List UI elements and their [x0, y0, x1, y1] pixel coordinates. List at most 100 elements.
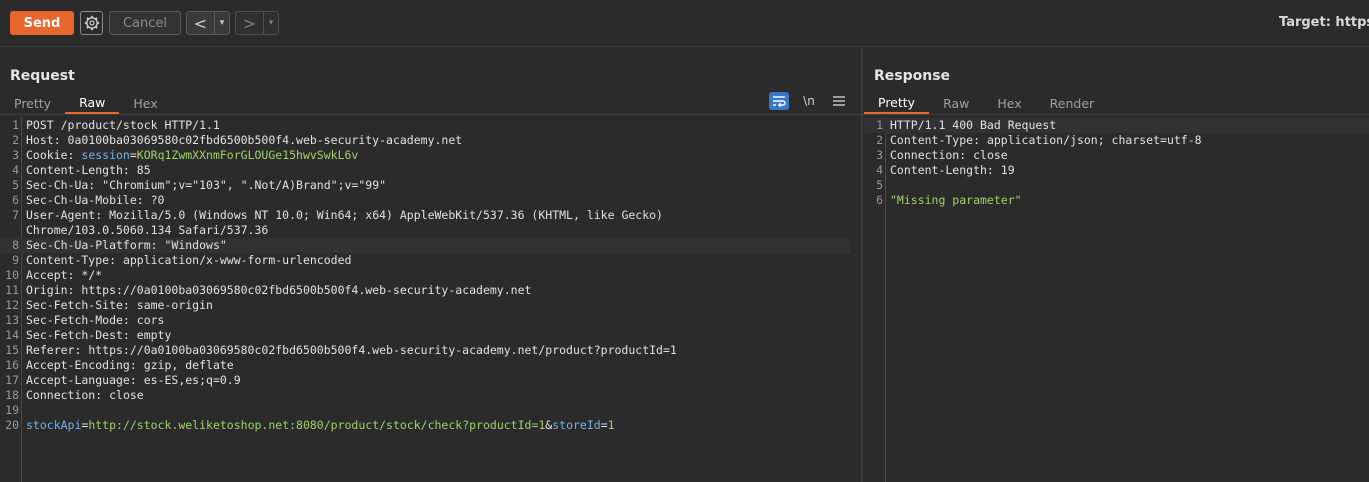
code-token: Chrome/103.0.5060.134 Safari/537.36	[26, 223, 269, 237]
code-line: 19	[0, 403, 850, 418]
code-token: "Chromium";v="103", ".Not/A)Brand";v="99…	[102, 178, 387, 192]
line-content: Sec-Ch-Ua-Mobile: ?0	[26, 193, 164, 208]
code-token: Content-Type:	[26, 253, 123, 267]
code-token: application/json; charset=utf-8	[986, 133, 1202, 147]
code-token: gzip, deflate	[143, 358, 234, 372]
tab-response-render[interactable]: Render	[1036, 92, 1109, 114]
code-token: empty	[136, 328, 172, 342]
code-token: Sec-Ch-Ua-Platform:	[26, 238, 165, 252]
gear-icon	[84, 15, 99, 31]
line-content: Sec-Fetch-Mode: cors	[26, 313, 164, 328]
line-content: Sec-Ch-Ua-Platform: "Windows"	[26, 238, 227, 253]
code-token: storeId	[552, 418, 601, 432]
code-line: 18 Connection: close	[0, 388, 850, 403]
tab-response-pretty[interactable]: Pretty	[864, 92, 930, 114]
line-number: 18	[5, 388, 19, 402]
response-tabs-separator	[863, 114, 1369, 115]
response-editor[interactable]: 1 HTTP/1.1 400 Bad Request 2 Content-Type: …	[864, 117, 1369, 482]
cancel-button[interactable]: Cancel	[109, 11, 181, 35]
line-content: User-Agent: Mozilla/5.0 (Windows NT 10.0…	[26, 208, 663, 223]
code-line: 12 Sec-Fetch-Site: same-origin	[0, 298, 850, 313]
code-token: "Windows"	[164, 238, 227, 252]
code-line: 20 stockApi = http://stock.weliketoshop.net…	[0, 418, 850, 433]
code-line: 3 Connection: close	[864, 148, 1369, 163]
code-token: */*	[81, 268, 103, 282]
line-content: Host: 0a0100ba03069580c02fbd6500b500f4.w…	[26, 133, 462, 148]
code-token: Sec-Ch-Ua-Mobile:	[26, 193, 151, 207]
code-token: KORq1ZwmXXnmForGLOUGe15hwvSwkL6v	[136, 148, 359, 162]
send-button[interactable]: Send	[10, 11, 74, 35]
line-content: "Missing parameter"	[890, 193, 1022, 208]
line-content: Chrome/103.0.5060.134 Safari/537.36	[26, 223, 268, 238]
code-token: POST /product/stock HTTP/1.1	[26, 118, 220, 132]
line-number: 15	[5, 343, 19, 357]
menu-icon[interactable]	[829, 92, 849, 110]
line-number: 8	[12, 238, 19, 252]
target-label[interactable]: Target: https	[1279, 15, 1369, 30]
line-number: 1	[876, 118, 883, 132]
code-line: 6 Sec-Ch-Ua-Mobile: ?0	[0, 193, 850, 208]
code-token: Accept-Encoding:	[26, 358, 144, 372]
code-token: 19	[1000, 163, 1015, 177]
line-content: Accept-Encoding: gzip, deflate	[26, 358, 234, 373]
code-token: Origin:	[26, 283, 82, 297]
code-token: 85	[136, 163, 151, 177]
line-number: 16	[5, 358, 19, 372]
code-line: 3 Cookie: session=KORq1ZwmXXnmForGLOUGe15…	[0, 148, 850, 163]
code-line: 9 Content-Type: application/x-www-form-ur…	[0, 253, 850, 268]
line-number: 5	[12, 178, 19, 192]
line-number: 3	[12, 148, 19, 162]
line-content: Content-Type: application/json; charset=…	[890, 133, 1202, 148]
tab-request-pretty[interactable]: Pretty	[0, 92, 65, 114]
code-line: 16 Accept-Encoding: gzip, deflate	[0, 358, 850, 373]
code-line: 11 Origin: https://0a0100ba03069580c02fbd…	[0, 283, 850, 298]
line-number: 17	[5, 373, 19, 387]
code-token: ?0	[150, 193, 165, 207]
line-content: stockApi = http://stock.weliketoshop.net:8…	[26, 418, 615, 433]
code-token: Accept:	[26, 268, 82, 282]
line-number: 12	[5, 298, 19, 312]
line-number: 6	[12, 193, 19, 207]
toolbar: Send Cancel < ▾ > ▾ Target: https	[0, 0, 1369, 47]
code-token: HTTP/1.1 400 Bad Request	[890, 118, 1057, 132]
line-number: 19	[5, 403, 19, 417]
chevron-right-icon: >	[242, 13, 257, 33]
chevron-down-icon[interactable]: ▾	[263, 12, 278, 34]
history-forward-button[interactable]: > ▾	[235, 11, 279, 35]
code-token: http://stock.weliketoshop.net:8080/produ…	[88, 418, 546, 432]
line-number: 4	[12, 163, 19, 177]
tab-request-hex[interactable]: Hex	[119, 92, 171, 114]
line-content: Sec-Fetch-Site: same-origin	[26, 298, 213, 313]
code-line: Chrome/103.0.5060.134 Safari/537.36	[0, 223, 850, 238]
code-line: 17 Accept-Language: es-ES,es;q=0.9	[0, 373, 850, 388]
settings-button[interactable]	[80, 11, 103, 35]
request-tabs: Pretty Raw Hex	[0, 92, 172, 114]
code-line: 7 User-Agent: Mozilla/5.0 (Windows NT 10.…	[0, 208, 850, 223]
newline-toggle-icon[interactable]: \n	[799, 92, 819, 110]
code-token: https://0a0100ba03069580c02fbd6500b500f4…	[81, 283, 532, 297]
tab-response-hex[interactable]: Hex	[983, 92, 1035, 114]
request-lines: 1 POST /product/stock HTTP/1.1 2 Host: 0a01…	[0, 118, 850, 433]
line-number: 4	[876, 163, 883, 177]
line-content: Connection: close	[26, 388, 144, 403]
tab-request-raw[interactable]: Raw	[65, 92, 120, 114]
history-back-button[interactable]: < ▾	[186, 11, 230, 35]
line-number: 3	[876, 148, 883, 162]
chevron-down-icon[interactable]: ▾	[214, 12, 229, 34]
request-editor[interactable]: 1 POST /product/stock HTTP/1.1 2 Host: 0a01…	[0, 117, 850, 482]
response-lines: 1 HTTP/1.1 400 Bad Request 2 Content-Type: …	[864, 118, 1369, 208]
line-content: Content-Length: 19	[890, 163, 1015, 178]
code-line: 1 POST /product/stock HTTP/1.1	[0, 118, 850, 133]
code-token: Content-Length:	[26, 163, 137, 177]
code-line: 10 Accept: */*	[0, 268, 850, 283]
code-line: 4 Content-Length: 19	[864, 163, 1369, 178]
code-line: 6 "Missing parameter"	[864, 193, 1369, 208]
code-token: Cookie:	[26, 148, 82, 162]
panel-divider[interactable]	[861, 47, 863, 482]
word-wrap-icon[interactable]	[769, 92, 789, 110]
tab-response-raw[interactable]: Raw	[929, 92, 983, 114]
line-content: POST /product/stock HTTP/1.1	[26, 118, 220, 133]
code-token: =	[600, 418, 608, 432]
code-line: 5 Sec-Ch-Ua: "Chromium";v="103", ".Not/A)…	[0, 178, 850, 193]
code-line: 5	[864, 178, 1369, 193]
